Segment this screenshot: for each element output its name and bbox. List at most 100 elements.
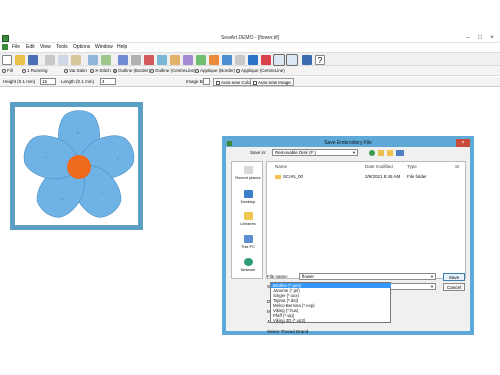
open-icon[interactable] [15,55,25,65]
mode-outline-border[interactable]: Outline (Border) [113,68,150,73]
image-box-checkbox[interactable] [203,78,210,85]
params-bar: Height (0.1 mm) 15 Length (0.1 mm) 4 Ima… [0,77,500,87]
mode-applique-border-label: Applique (Border) [200,68,236,73]
new-icon[interactable] [2,55,12,65]
menu-tools[interactable]: Tools [56,44,68,50]
network-icon [243,258,253,266]
maximize-icon[interactable]: □ [474,34,486,43]
menu-edit[interactable]: Edit [26,44,35,50]
place-recent[interactable]: Recent places [232,166,264,180]
flower-center [67,155,91,179]
info-icon[interactable] [302,55,312,65]
color-picker-icon[interactable] [261,55,271,65]
chevron-down-icon: ▼ [430,274,434,279]
embroidery-icon[interactable] [286,54,298,66]
paste-icon[interactable] [71,55,81,65]
chevron-down-icon: ▼ [430,284,434,289]
undo-icon[interactable] [88,55,98,65]
height-label: Height (0.1 mm) [3,79,36,84]
close-icon[interactable]: × [486,34,498,43]
save-in-value: Removable Disk (F:) [275,150,317,155]
auto-new-image-text: Auto-new Image [258,80,291,85]
cut-icon[interactable] [45,55,55,65]
pencil-icon[interactable] [209,55,219,65]
stitch-mode-bar: Fill 1 Running Var.Satin X-Stitch Outlin… [0,66,500,76]
auto-new-color-button[interactable]: Auto-new Color [213,78,256,86]
minimize-icon[interactable]: – [462,34,474,43]
file-row-date: 2/8/2021 8:45 AM [365,174,401,179]
file-name-input[interactable]: flower ▼ [299,273,436,280]
place-this-pc[interactable]: This PC [232,235,264,249]
file-list: Name Date modified Type Si SCAN_00 2/8/2… [266,161,466,279]
mode-var-satin-label: Var.Satin [69,68,87,73]
height-input[interactable]: 15 [40,78,56,85]
menu-options[interactable]: Options [73,44,90,50]
outline-icon[interactable] [248,55,258,65]
save-in-dropdown[interactable]: Removable Disk (F:) ▼ [272,149,358,156]
folder-icon [275,174,281,179]
length-input[interactable]: 4 [100,78,116,85]
select-icon[interactable] [118,55,128,65]
zoom-icon[interactable] [157,55,167,65]
place-network[interactable]: Network [232,258,264,272]
chevron-down-icon: ▼ [352,150,356,155]
wand-icon[interactable] [183,55,193,65]
mode-running[interactable]: 1 Running [22,68,48,73]
menu-help[interactable]: Help [117,44,127,50]
mode-applique-centreline[interactable]: Applique (CentreLine) [236,68,285,73]
help-icon[interactable]: ? [315,55,325,65]
place-recent-label: Recent places [235,175,261,180]
window-title: SewArt DEMO - [flower.tif] [220,35,280,41]
file-name-label: File name: [267,274,289,279]
menu-bar: File Edit View Tools Options Window Help [0,43,500,52]
color-reduce-icon[interactable] [144,55,154,65]
mode-applique-border[interactable]: Applique (Border) [195,68,235,73]
mode-var-satin[interactable]: Var.Satin [64,68,87,73]
file-name-text: SCAN_00 [283,174,304,179]
menu-file[interactable]: File [12,44,20,50]
column-name[interactable]: Name [275,164,287,169]
place-libraries[interactable]: Libraries [232,212,264,226]
auto-new-image-button[interactable]: Auto-new Image [250,78,294,86]
column-type[interactable]: Type [407,164,417,169]
title-bar: SewArt DEMO - [flower.tif] – □ × [0,34,500,43]
copy-icon[interactable] [58,55,68,65]
redo-icon[interactable] [101,55,111,65]
recent-places-icon [243,166,253,174]
place-desktop[interactable]: Desktop [232,190,264,204]
image-frame: 2 1 4 3 5 [10,102,143,230]
desktop-icon [243,190,253,198]
mode-fill[interactable]: Fill [2,68,13,73]
fill-icon[interactable] [196,55,206,65]
auto-new-color-checkbox[interactable] [216,80,220,85]
save-button[interactable]: Save [443,273,465,281]
mode-outline-centreline[interactable]: Outline (CentreLine) [150,68,196,73]
auto-new-color-text: Auto-new Color [221,80,253,85]
menu-window[interactable]: Window [95,44,113,50]
cancel-button[interactable]: Cancel [443,283,465,291]
place-this-pc-label: This PC [240,244,256,249]
type-option[interactable]: Viking 3D (*.vp3) [271,318,391,323]
menu-view[interactable]: View [40,44,51,50]
thread-brand-label: Select Thread Brand [267,329,309,334]
file-row-name[interactable]: SCAN_00 [275,174,303,179]
save-in-label: Save in: [250,150,267,155]
mode-x-stitch[interactable]: X-Stitch [90,68,111,73]
line-icon[interactable] [222,55,232,65]
view-menu-icon[interactable] [396,150,404,156]
eraser-icon[interactable] [235,55,245,65]
back-icon[interactable] [369,150,375,156]
computer-icon [243,235,253,243]
crop-icon[interactable] [131,55,141,65]
mode-running-label: 1 Running [27,68,48,73]
new-folder-icon[interactable] [387,150,393,156]
column-date[interactable]: Date modified [365,164,393,169]
length-label: Length (0.1 mm) [61,79,95,84]
up-folder-icon[interactable] [378,150,384,156]
auto-new-image-checkbox[interactable] [253,80,257,85]
save-icon[interactable] [28,55,38,65]
column-size[interactable]: Si [455,164,459,169]
dialog-close-icon[interactable]: × [456,139,470,147]
paint-icon[interactable] [170,55,180,65]
stitch-icon[interactable] [273,54,285,66]
